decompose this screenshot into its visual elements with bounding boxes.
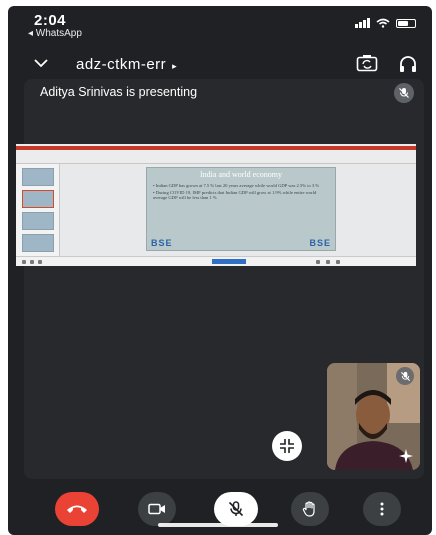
meeting-header: adz-ctkm-err ▸ <box>8 48 432 78</box>
camera-switch-icon[interactable] <box>356 54 378 72</box>
slide: India and world economy • Indian GDP has… <box>146 167 336 251</box>
slide-title: India and world economy <box>200 170 282 179</box>
slide-thumbnail <box>22 212 54 230</box>
powerpoint-status-bar <box>16 256 416 266</box>
mic-button[interactable] <box>214 492 258 526</box>
taskbar-icon <box>326 260 330 264</box>
minimize-icon <box>280 439 294 453</box>
mic-off-icon <box>396 367 414 385</box>
slide-bullet: • During COVID 19, IMF predicts that Ind… <box>153 190 317 201</box>
home-indicator <box>158 523 278 527</box>
raise-hand-button[interactable] <box>291 492 329 526</box>
shared-screen: India and world economy • Indian GDP has… <box>16 144 416 266</box>
raise-hand-icon <box>302 501 315 517</box>
slide-bullets: • Indian GDP has grown at 7.5 % last 20 … <box>153 183 331 203</box>
call-controls <box>8 490 432 530</box>
powerpoint-ribbon <box>16 144 416 164</box>
camera-button[interactable] <box>138 492 176 526</box>
minimize-button[interactable] <box>272 431 302 461</box>
camera-icon <box>148 503 165 515</box>
meeting-code-button[interactable]: adz-ctkm-err ▸ <box>76 56 177 73</box>
sparkle-icon[interactable] <box>398 448 414 464</box>
more-vertical-icon <box>380 502 384 516</box>
taskbar-icon <box>30 260 34 264</box>
taskbar-icon <box>316 260 320 264</box>
status-icons <box>355 18 416 28</box>
mic-off-icon <box>228 501 244 517</box>
more-options-button[interactable] <box>363 492 401 526</box>
meeting-code: adz-ctkm-err <box>76 56 167 73</box>
slide-thumbnail <box>22 168 54 186</box>
mic-off-icon <box>394 83 414 103</box>
slide-bullet-text: Indian GDP has grown at 7.5 % last 20 ye… <box>155 183 320 188</box>
status-bar: 2:04 ◂ WhatsApp <box>8 6 432 44</box>
wifi-icon <box>376 18 390 28</box>
signal-icon <box>355 18 370 28</box>
battery-icon <box>396 18 416 28</box>
end-call-icon <box>67 505 87 513</box>
taskbar-icon <box>336 260 340 264</box>
slide-bullet-text: During COVID 19, IMF predicts that India… <box>153 190 317 201</box>
status-time: 2:04 <box>34 12 67 29</box>
slide-thumbnail <box>22 190 54 208</box>
slide-bullet: • Indian GDP has grown at 7.5 % last 20 … <box>153 183 320 188</box>
presenting-label: Aditya Srinivas is presenting <box>40 85 198 99</box>
caret-right-icon: ▸ <box>172 61 178 71</box>
back-to-app-link[interactable]: ◂ WhatsApp <box>28 28 82 39</box>
bse-logo: BSE <box>151 238 173 248</box>
bse-logo: BSE <box>309 238 331 248</box>
slide-thumbnails <box>16 164 60 256</box>
headphones-icon[interactable] <box>398 54 418 74</box>
ribbon-accent <box>16 146 416 150</box>
chevron-down-icon[interactable] <box>32 54 50 72</box>
meet-window: 2:04 ◂ WhatsApp adz-ctkm-err ▸ Aditya Sr… <box>8 6 432 535</box>
self-view-tile[interactable] <box>327 363 420 470</box>
taskbar-icon <box>22 260 26 264</box>
end-call-button[interactable] <box>55 492 99 526</box>
slide-thumbnail <box>22 234 54 252</box>
slide-canvas: India and world economy • Indian GDP has… <box>60 164 416 256</box>
notes-button <box>212 259 246 264</box>
taskbar-icon <box>38 260 42 264</box>
